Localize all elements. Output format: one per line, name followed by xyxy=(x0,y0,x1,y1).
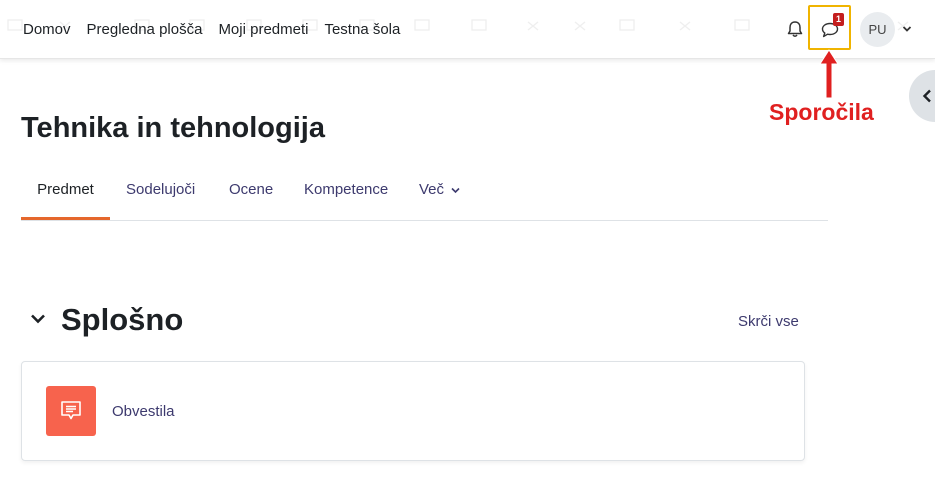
top-navbar: Domov Pregledna plošča Moji predmeti Tes… xyxy=(0,0,935,59)
forum-icon xyxy=(46,386,96,436)
section-collapse-chevron-icon[interactable] xyxy=(30,313,46,325)
course-index-drawer-toggle[interactable] xyxy=(909,70,935,122)
tab-label: Ocene xyxy=(229,181,274,198)
primary-navigation: Domov Pregledna plošča Moji predmeti Tes… xyxy=(23,0,416,58)
messages-button[interactable]: 1 xyxy=(808,5,851,50)
tab-sodelujoci[interactable]: Sodelujoči xyxy=(126,168,195,220)
tab-label: Predmet xyxy=(37,181,94,198)
nav-link-domov[interactable]: Domov xyxy=(23,21,71,38)
messages-count-badge: 1 xyxy=(833,13,844,26)
annotation-arrow xyxy=(819,49,839,99)
section-title: Splošno xyxy=(61,302,184,337)
nav-link-testna-sola[interactable]: Testna šola xyxy=(324,21,400,38)
activity-link-obvestila[interactable]: Obvestila xyxy=(112,403,175,420)
tab-kompetence[interactable]: Kompetence xyxy=(304,168,388,220)
tab-label: Kompetence xyxy=(304,181,389,198)
tab-label: Več xyxy=(419,181,445,198)
user-avatar[interactable]: PU xyxy=(860,12,895,47)
nav-link-moji-predmeti[interactable]: Moji predmeti xyxy=(218,21,308,38)
chevron-down-icon xyxy=(451,187,460,193)
annotation-label: Sporočila xyxy=(769,99,874,125)
tab-predmet[interactable]: Predmet xyxy=(21,168,110,220)
tab-vec[interactable]: Več xyxy=(419,168,460,220)
activity-card: Obvestila xyxy=(21,361,805,461)
bell-icon[interactable] xyxy=(785,19,805,39)
course-secondary-navigation: Predmet Sodelujoči Ocene Kompetence Več xyxy=(21,168,828,221)
chevron-down-icon[interactable] xyxy=(902,25,912,33)
tab-ocene[interactable]: Ocene xyxy=(229,168,273,220)
collapse-all-link[interactable]: Skrči vse xyxy=(738,313,799,330)
chevron-left-icon xyxy=(922,89,931,103)
tab-label: Sodelujoči xyxy=(126,181,196,198)
nav-link-pregledna-plosca[interactable]: Pregledna plošča xyxy=(87,21,203,38)
page-title: Tehnika in tehnologija xyxy=(21,112,325,144)
